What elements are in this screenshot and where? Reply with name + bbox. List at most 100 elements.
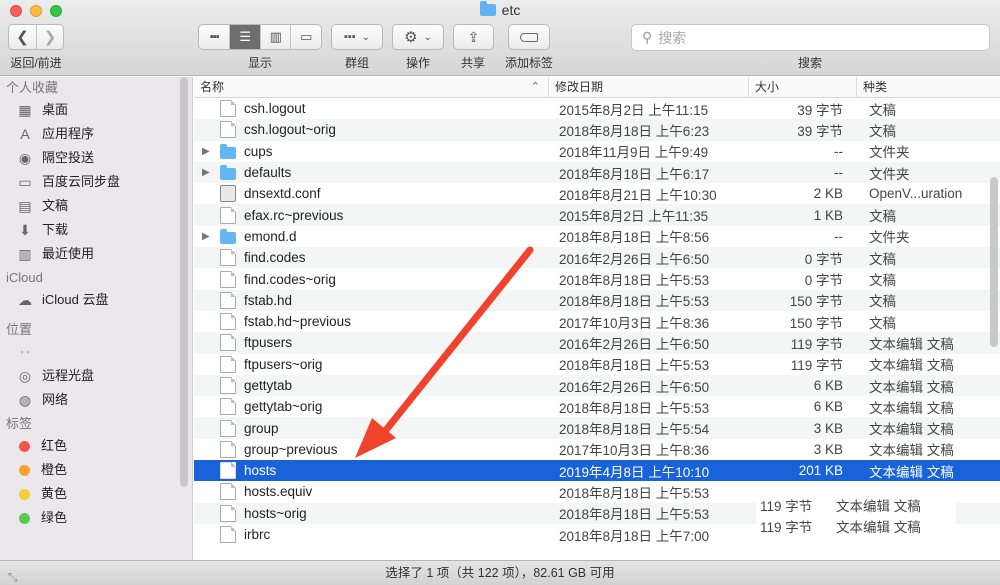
sidebar-item[interactable]: ▦ 桌面 [0,98,192,122]
forward-button[interactable]: ❯ [35,25,63,49]
disclosure-triangle-icon[interactable]: ▶ [202,231,216,242]
table-row[interactable]: gettytab 2016年2月26日 上午6:50 6 KB 文本编辑 文稿 [194,374,1000,397]
overlay-fragment: 119 字节 文本编辑 文稿 119 字节 文本编辑 文稿 [756,496,956,560]
file-date: 2018年8月18日 上午7:00 [559,528,710,544]
file-size: 119 字节 [790,358,843,374]
file-name: hosts.equiv [244,484,313,500]
file-size: 119 字节 [790,336,843,352]
table-row[interactable]: ftpusers~orig 2018年8月18日 上午5:53 119 字节 文本编辑… [194,354,1000,375]
file-size: 6 KB [813,378,843,393]
nav-label: 返回/前进 [10,56,62,70]
table-row[interactable]: find.codes 2016年2月26日 上午6:50 0 字节 文稿 [194,247,1000,269]
sidebar-item[interactable]: ◍ 网络 [0,388,192,412]
column-header-size[interactable]: 大小 [749,77,857,98]
group-label: 群组 [344,56,369,70]
table-row[interactable]: dnsextd.conf 2018年8月21日 上午10:30 2 KB OpenV.… [194,183,1000,204]
sidebar-item[interactable]: ◎ 远程光盘 [0,364,192,388]
table-row[interactable]: fstab.hd 2018年8月18日 上午5:53 150 字节 文稿 [194,289,1000,311]
sidebar-scrollbar[interactable] [180,77,188,487]
table-row[interactable]: hosts 2019年4月8日 上午10:10 201 KB 文本编辑 文稿 [194,460,1000,482]
sidebar-item[interactable]: ▭ 百度云同步盘 [0,170,192,194]
group-button[interactable]: ▪▪▪ ⌄ [331,24,383,50]
table-row[interactable]: ▶ defaults 2018年8月18日 上午6:17 -- 文件夹 [194,161,1000,184]
list-scrollbar[interactable] [990,177,998,347]
column-header-kind[interactable]: 种类 [857,77,1000,98]
gallery-view-button[interactable]: ▭ [290,25,321,49]
sidebar-tag[interactable]: 红色 [0,434,192,458]
file-name-cell: csh.logout [194,100,549,118]
action-button[interactable]: ⚙ ⌄ [392,24,444,50]
sidebar-item-device[interactable]: ▪ ▪ [0,340,192,364]
tag-color-icon [19,512,30,524]
desktop-icon: ▦ [18,102,32,118]
folder-icon [220,143,236,159]
table-row[interactable]: group~previous 2017年10月3日 上午8:36 3 KB 文本编辑 … [194,439,1000,460]
sidebar-tag[interactable]: 绿色 [0,506,192,530]
file-kind: 文本编辑 文稿 [869,422,954,438]
file-name-cell: ▶ emond.d [194,228,549,244]
file-date: 2018年8月18日 上午5:53 [559,273,710,289]
sidebar-item[interactable]: ☁ iCloud 云盘 [0,288,192,312]
file-date: 2016年2月26日 上午6:50 [559,251,710,267]
column-view-button[interactable]: ▥ [259,25,291,49]
folder-icon: ▭ [18,174,32,190]
icon-view-button[interactable]: ▪▪▪ [199,25,229,49]
tag-icon [520,32,538,42]
sidebar-item[interactable]: A 应用程序 [0,122,192,146]
table-row[interactable]: ▶ cups 2018年11月9日 上午9:49 -- 文件夹 [194,141,1000,162]
file-name: fstab.hd [244,292,293,308]
file-name-cell: find.codes [194,249,549,267]
file-size: 150 字节 [789,315,843,331]
column-header-name[interactable]: 名称 [194,77,549,98]
file-name: hosts~orig [244,505,307,521]
sidebar-item[interactable]: ◉ 隔空投送 [0,146,192,170]
file-name: dnsextd.conf [244,186,321,202]
file-kind: 文稿 [869,102,896,118]
table-row[interactable]: csh.logout 2015年8月2日 上午11:15 39 字节 文稿 [194,98,1000,119]
sidebar-item[interactable]: ▤ 文稿 [0,194,192,218]
sidebar-toggle-icon[interactable]: ⤡ [8,565,18,585]
file-name: find.codes [244,250,306,266]
table-row[interactable]: csh.logout~orig 2018年8月18日 上午6:23 39 字节 文稿 [194,119,1000,141]
list-view-button[interactable]: ☰ [229,25,260,49]
sidebar-tag[interactable]: 橙色 [0,458,192,482]
file-name-cell: csh.logout~orig [194,121,549,139]
column-header-date[interactable]: 修改日期 [549,77,749,98]
disclosure-triangle-icon[interactable]: ▶ [202,146,216,157]
config-file-icon [220,185,236,203]
sidebar-item-label: 橙色 [41,462,68,477]
search-input[interactable]: ⚲ 搜索 [631,24,990,51]
icon-view-icon: ▪▪▪ [209,31,220,43]
sidebar-tag[interactable]: 黄色 [0,482,192,506]
file-date: 2015年8月2日 上午11:35 [559,209,709,225]
file-kind: 文件夹 [869,230,910,246]
table-row[interactable]: efax.rc~previous 2015年8月2日 上午11:35 1 KB 文稿 [194,204,1000,226]
table-row[interactable]: group 2018年8月18日 上午5:54 3 KB 文本编辑 文稿 [194,417,1000,439]
file-name: ftpusers~orig [244,356,323,372]
share-button[interactable]: ⇪ [453,24,494,50]
file-list: 名称 修改日期 大小 种类 csh.logout 2015年8月2日 上午11:1… [194,77,1000,560]
cloud-icon: ☁ [18,292,32,308]
tag-color-icon [19,440,30,452]
folder-icon [220,228,236,244]
table-row[interactable]: ▶ emond.d 2018年8月18日 上午8:56 -- 文件夹 [194,226,1000,247]
back-forward-buttons: ❮ ❯ [8,24,64,50]
document-icon [220,334,236,352]
table-row[interactable]: fstab.hd~previous 2017年10月3日 上午8:36 150 字节… [194,311,1000,332]
folder-icon [479,1,496,16]
file-name-cell: ftpusers~orig [194,355,549,373]
file-date: 2016年2月26日 上午6:50 [559,336,710,352]
group-icon: ▪▪▪ [343,31,356,43]
disclosure-triangle-icon[interactable]: ▶ [202,167,216,178]
file-name-cell: hosts [194,462,549,480]
sidebar-item[interactable]: ▥ 最近使用 [0,242,192,266]
table-row[interactable]: ftpusers 2016年2月26日 上午6:50 119 字节 文本编辑 文稿 [194,332,1000,354]
add-tag-button[interactable] [508,24,550,50]
table-row[interactable]: gettytab~orig 2018年8月18日 上午5:53 6 KB 文本编辑 文… [194,396,1000,417]
sidebar-item-label: iCloud 云盘 [42,292,109,307]
sidebar-item-label: 桌面 [42,102,69,117]
back-button[interactable]: ❮ [9,25,36,49]
table-row[interactable]: find.codes~orig 2018年8月18日 上午5:53 0 字节 文稿 [194,268,1000,289]
sidebar-item[interactable]: ⬇ 下载 [0,218,192,242]
tag-color-icon [19,488,30,500]
